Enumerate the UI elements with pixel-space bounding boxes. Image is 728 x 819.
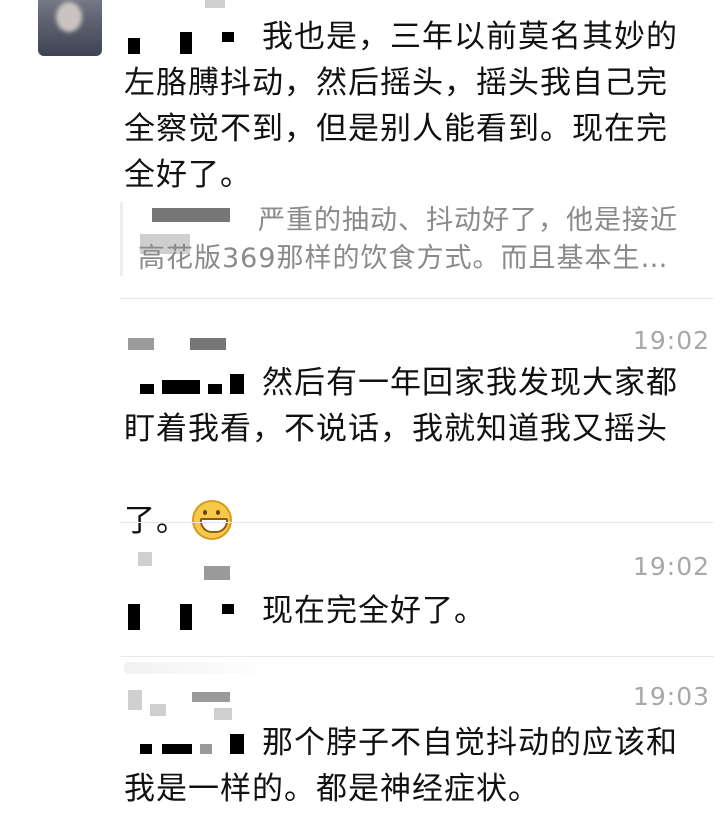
message-text: 现在完全好了。 bbox=[262, 593, 486, 629]
faded-quote-bar bbox=[124, 662, 274, 674]
message-time: 19:02 bbox=[632, 552, 710, 581]
message-text-line1: 然后有一年回家我发现大家都 bbox=[262, 365, 678, 401]
message-text-line3: 了。 bbox=[124, 452, 324, 544]
pixelated-mark bbox=[205, 0, 225, 8]
grinning-face-icon bbox=[192, 499, 232, 540]
chat-screen: 我也是，三年以前莫名其妙的 左胳膊抖动，然后摇头，摇头我自己完 全察觉不到，但是… bbox=[0, 0, 728, 819]
message-time: 19:03 bbox=[632, 682, 710, 711]
message-text-line1: 那个脖子不自觉抖动的应该和 bbox=[262, 725, 678, 761]
divider bbox=[120, 656, 714, 657]
divider bbox=[120, 522, 714, 523]
message-text: 左胳膊抖动，然后摇头，摇头我自己完 全察觉不到，但是别人能看到。现在完 全好了。 bbox=[124, 65, 668, 193]
quoted-text-line2: 高花版369那样的饮食方式。而且基本生… bbox=[138, 243, 669, 274]
avatar[interactable] bbox=[38, 0, 102, 56]
quoted-text-line1: 严重的抽动、抖动好了，他是接近 bbox=[258, 205, 678, 236]
message-time: 19:02 bbox=[632, 326, 710, 355]
message-text: 我是一样的。都是神经症状。 bbox=[124, 771, 540, 807]
divider bbox=[120, 298, 714, 299]
avatar-face bbox=[56, 2, 82, 32]
message-text: 盯着我看，不说话，我就知道我又摇头 bbox=[124, 411, 668, 447]
message-text-line1: 我也是，三年以前莫名其妙的 bbox=[262, 19, 678, 55]
